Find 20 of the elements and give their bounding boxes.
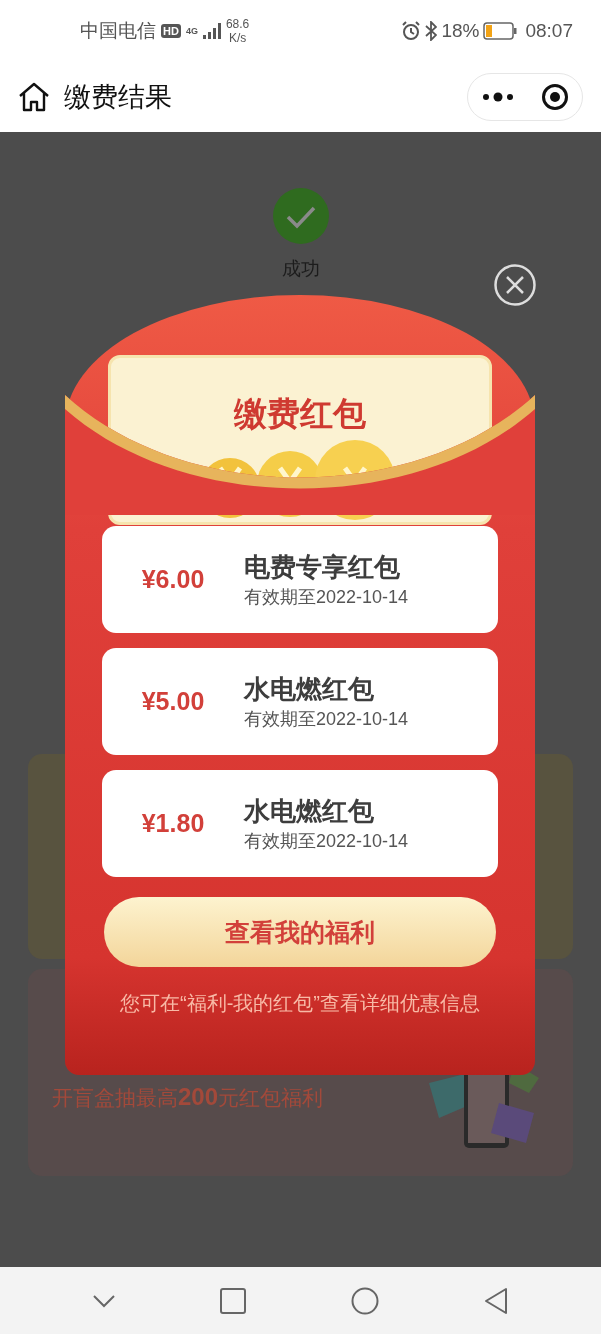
speed-value: 68.6 <box>225 17 250 31</box>
carrier-name: 中国电信 <box>80 19 156 43</box>
coupon-expiry: 有效期至2022-10-14 <box>244 708 409 731</box>
coupon-expiry: 有效期至2022-10-14 <box>244 830 409 853</box>
coupon-amount: ¥6.00 <box>140 565 206 594</box>
clock-time: 08:07 <box>525 20 573 42</box>
battery-percent: 18% <box>441 20 480 42</box>
coupon-name: 水电燃红包 <box>244 673 375 706</box>
hd-badge: HD <box>161 24 181 38</box>
coupon-amount: ¥5.00 <box>140 687 206 716</box>
page-title: 缴费结果 <box>64 81 172 114</box>
coupon-name: 电费专享红包 <box>244 551 401 584</box>
network-type: 4G <box>185 26 198 36</box>
banner-text: 开盲盒抽最高200元红包福利 <box>52 1083 324 1112</box>
hint-text: 您可在“福利-我的红包”查看详细优惠信息 <box>120 991 480 1016</box>
coupon-amount: ¥1.80 <box>140 809 206 838</box>
speed-unit: K/s <box>228 31 247 45</box>
coupon-expiry: 有效期至2022-10-14 <box>244 586 409 609</box>
envelope-title: 缴费红包 <box>234 394 366 434</box>
coupon-name: 水电燃红包 <box>244 795 375 828</box>
